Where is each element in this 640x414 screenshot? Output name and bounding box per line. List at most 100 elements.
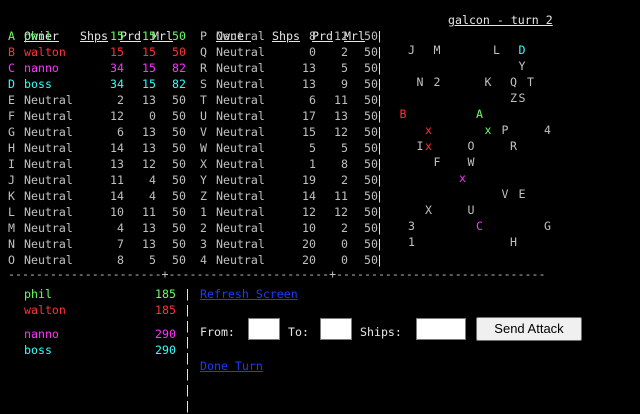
send-attack-button[interactable]: Send Attack [476,317,582,341]
planet-prod: 11 [334,189,348,203]
planet-ships: 14 [110,189,124,203]
planet-morale: 82 [172,61,186,75]
to-label: To: [288,325,309,339]
planet-ships: 7 [117,237,124,251]
planet-morale: 50 [364,77,378,91]
map-planet: G [544,219,551,233]
planet-morale: 50 [172,173,186,187]
map-planet: Y [518,59,526,73]
map-planet: L [493,43,500,57]
planet-owner: Neutral [216,61,265,75]
planet-row: 1 Neutral 12 12 50 [200,204,380,220]
planet-ships: 17 [302,109,316,123]
planet-ships: 4 [117,221,124,235]
map-planet: W [467,155,475,169]
planet-owner: Neutral [216,141,265,155]
planet-morale: 50 [364,29,378,43]
planet-owner: Neutral [216,93,265,107]
planet-id: 3 [200,237,207,251]
planet-id: 2 [200,221,207,235]
planet-prod: 4 [149,189,156,203]
planet-owner: Neutral [24,205,73,219]
planet-row: H Neutral 14 13 50 [8,140,188,156]
map-planet: E [518,187,526,201]
planet-prod: 12 [334,125,348,139]
planet-prod: 11 [142,205,156,219]
planet-morale: 50 [172,109,186,123]
map-planet: B [399,107,407,121]
planet-row: R Neutral 13 5 50 [200,60,380,76]
planet-morale: 50 [172,29,186,43]
planet-row: X Neutral 1 8 50 [200,156,380,172]
planet-owner: Neutral [216,237,265,251]
planet-morale: 50 [172,205,186,219]
map-planet: F [433,155,441,169]
map-planet: N [416,75,424,89]
planet-owner: Neutral [216,77,265,91]
planet-row: F Neutral 12 0 50 [8,108,188,124]
map-planet: 3 [408,219,415,233]
planet-id: F [8,109,15,123]
planet-owner: Neutral [24,109,73,123]
score-name: boss [24,343,52,357]
map-planet: O [467,139,475,153]
map-planet: I [416,139,424,153]
planet-morale: 50 [364,189,378,203]
planet-prod: 0 [149,109,156,123]
planet-id: Y [200,173,207,187]
planet-owner: boss [24,77,52,91]
planet-prod: 12 [142,157,156,171]
planet-prod: 5 [341,61,348,75]
planet-morale: 50 [364,205,378,219]
planet-id: L [8,205,15,219]
map-planet: x [425,139,432,153]
map-planet: A [476,107,483,121]
planet-morale: 50 [364,141,378,155]
planet-morale: 50 [364,221,378,235]
map-planet: 4 [544,123,551,137]
score-value: 185 [155,287,176,301]
planet-prod: 15 [142,29,156,43]
planet-row: Q Neutral 0 2 50 [200,44,380,60]
map-planet: J [408,43,415,57]
planet-morale: 50 [172,45,186,59]
to-input[interactable] [320,318,352,340]
planet-prod: 15 [142,77,156,91]
planet-row: 4 Neutral 20 0 50 [200,252,380,268]
planet-prod: 15 [142,61,156,75]
planet-id: V [200,125,207,139]
map-planet: X [425,203,432,217]
planet-morale: 50 [172,125,186,139]
planet-row: 2 Neutral 10 2 50 [200,220,380,236]
planet-morale: 50 [172,157,186,171]
refresh-screen-link[interactable]: Refresh Screen [200,287,298,301]
planet-row: Z Neutral 14 11 50 [200,188,380,204]
planet-ships: 19 [302,173,316,187]
planet-morale: 50 [172,253,186,267]
planet-row: Aphil 15 15 50 [8,28,188,44]
planet-morale: 50 [364,93,378,107]
done-turn-link[interactable]: Done Turn [200,359,263,373]
planet-ships: 20 [302,253,316,267]
planet-morale: 50 [172,221,186,235]
map-planet: U [467,203,475,217]
planet-owner: Neutral [216,29,265,43]
planet-owner: Neutral [216,253,265,267]
planet-id: C [8,61,15,75]
planet-ships: 13 [302,61,316,75]
planet-ships: 13 [302,77,316,91]
planet-id: P [200,29,207,43]
planet-row: O Neutral 8 5 50 [8,252,188,268]
planet-morale: 50 [172,93,186,107]
ships-label: Ships: [360,325,402,339]
planet-owner: Neutral [24,221,73,235]
planet-morale: 50 [364,157,378,171]
planet-row: Dboss 34 15 82 [8,76,188,92]
from-input[interactable] [248,318,280,340]
planet-prod: 12 [334,29,348,43]
planet-prod: 15 [142,45,156,59]
planet-prod: 13 [142,141,156,155]
map-planet: C [476,219,483,233]
ships-input[interactable] [416,318,466,340]
planet-morale: 50 [364,253,378,267]
